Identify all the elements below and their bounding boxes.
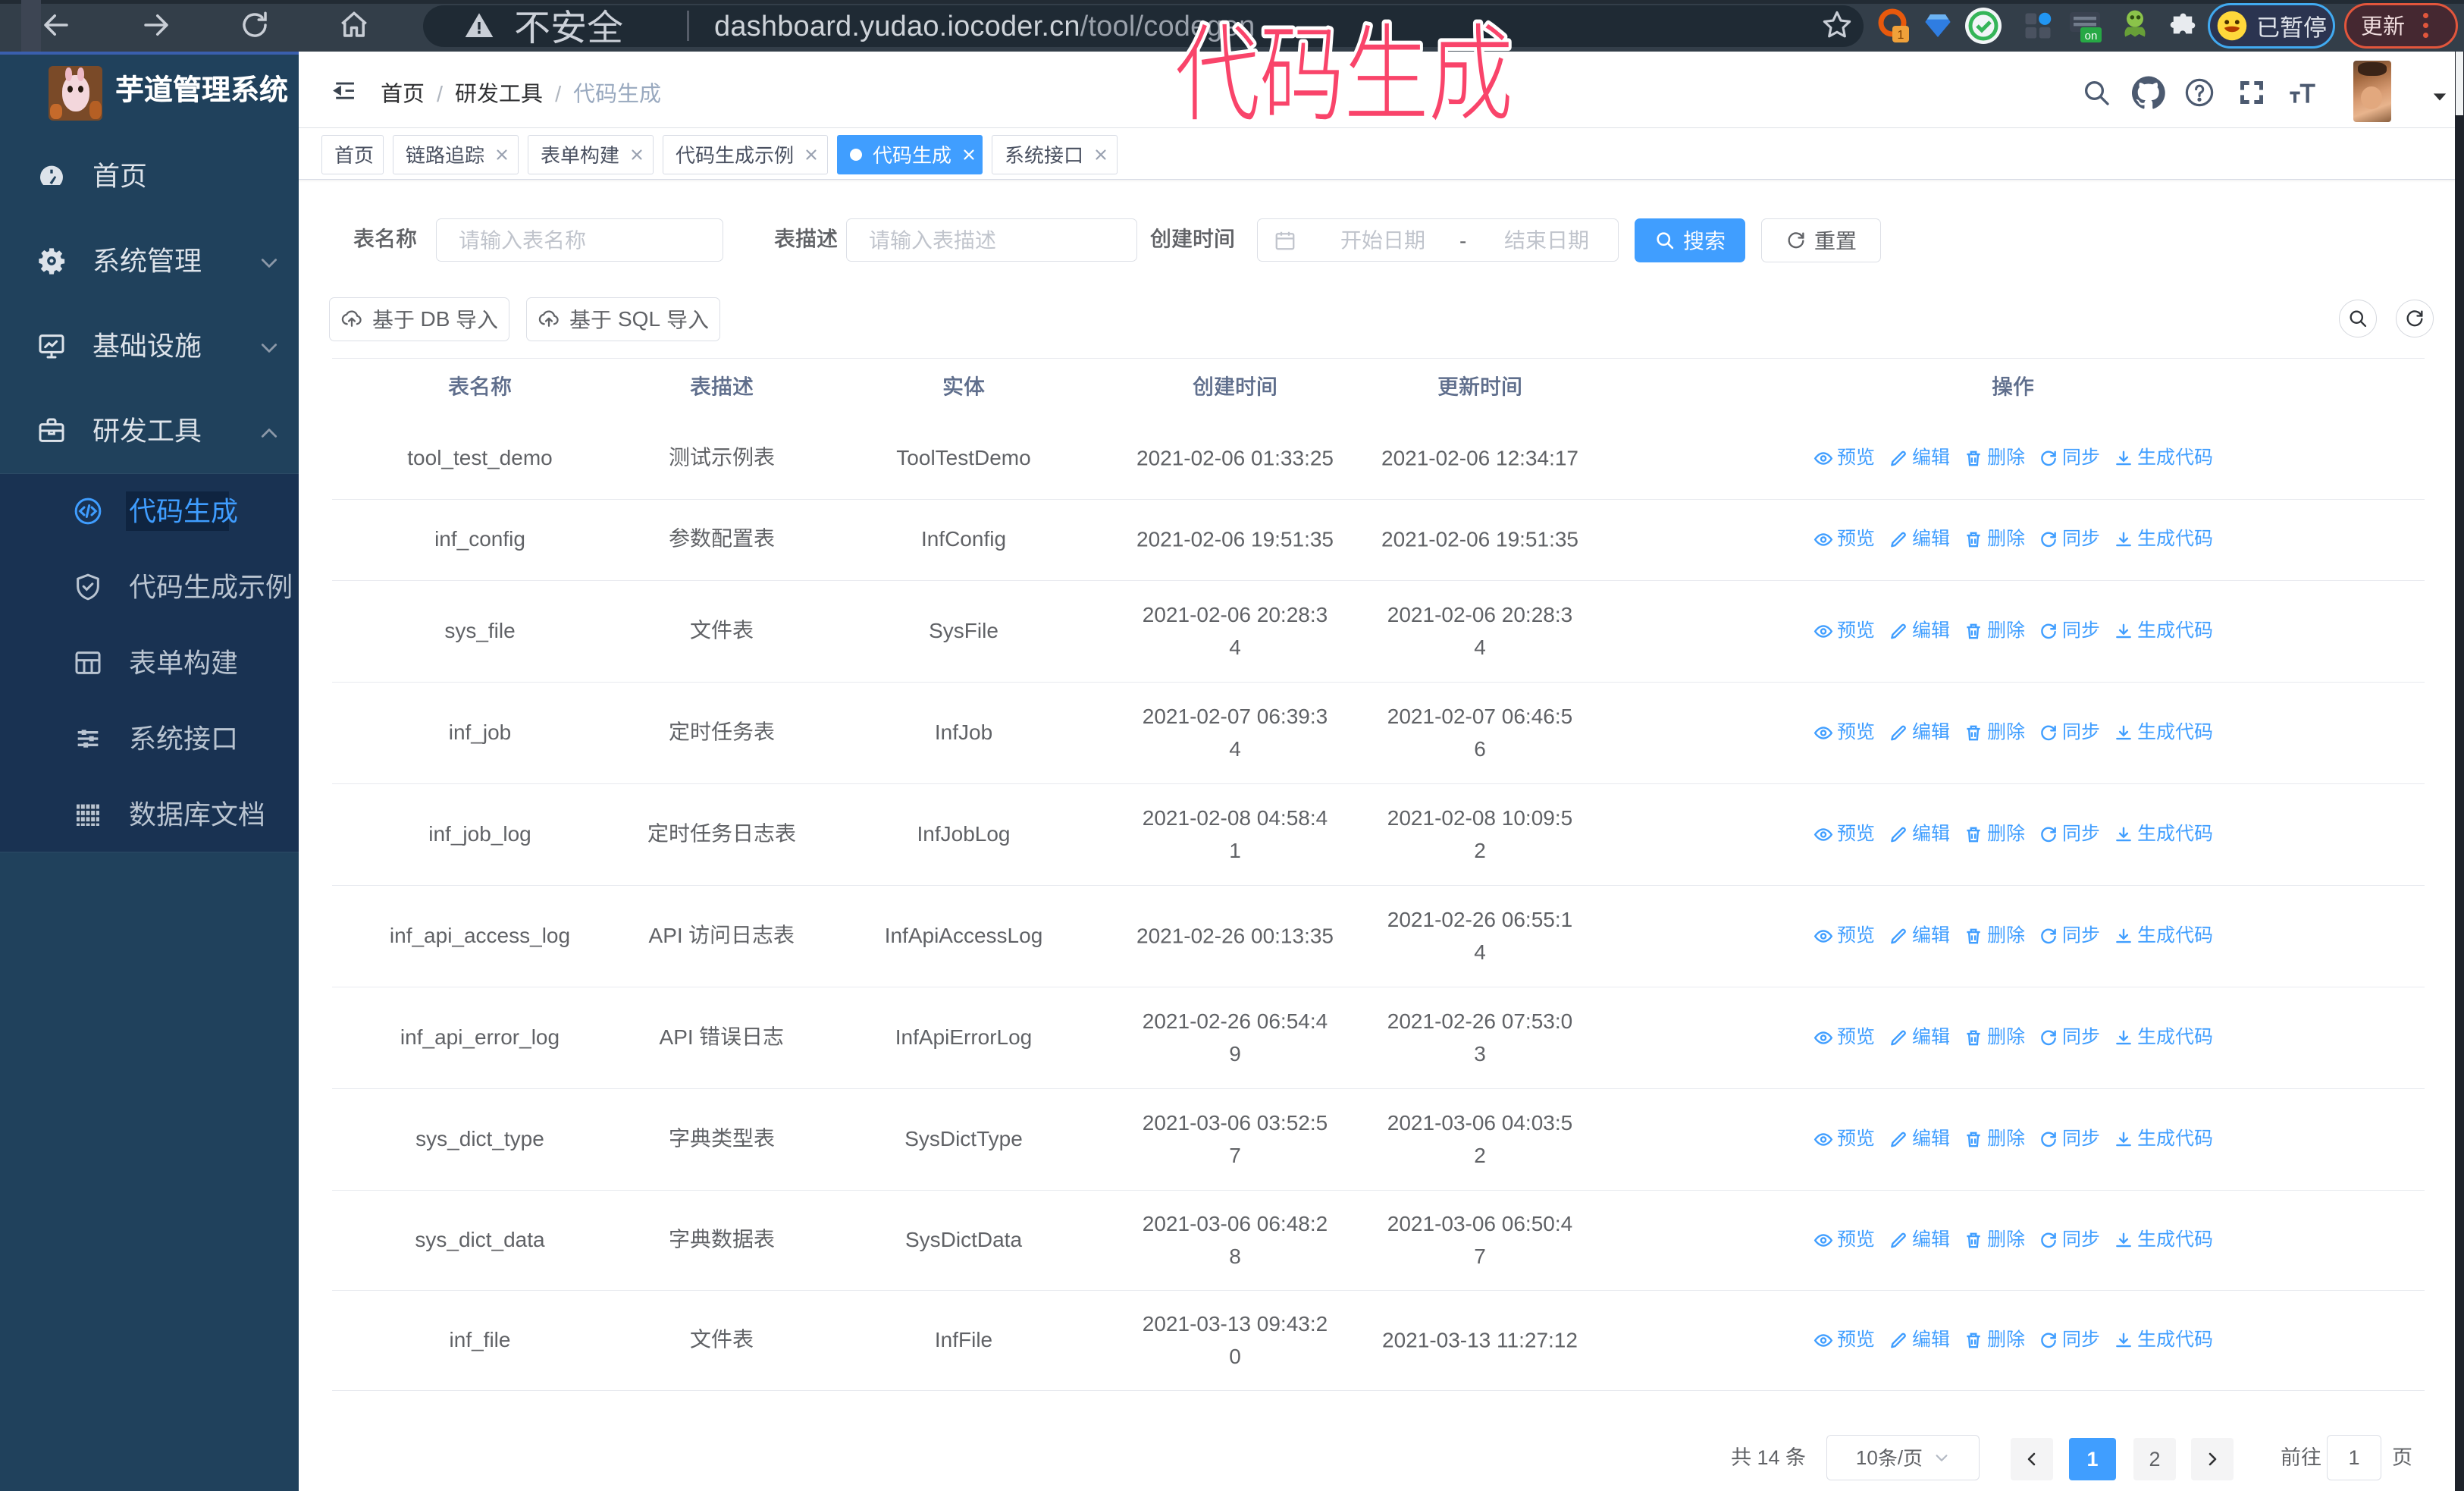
svg-text:1: 1 [1898,29,1904,42]
svg-text:on: on [2085,30,2098,42]
